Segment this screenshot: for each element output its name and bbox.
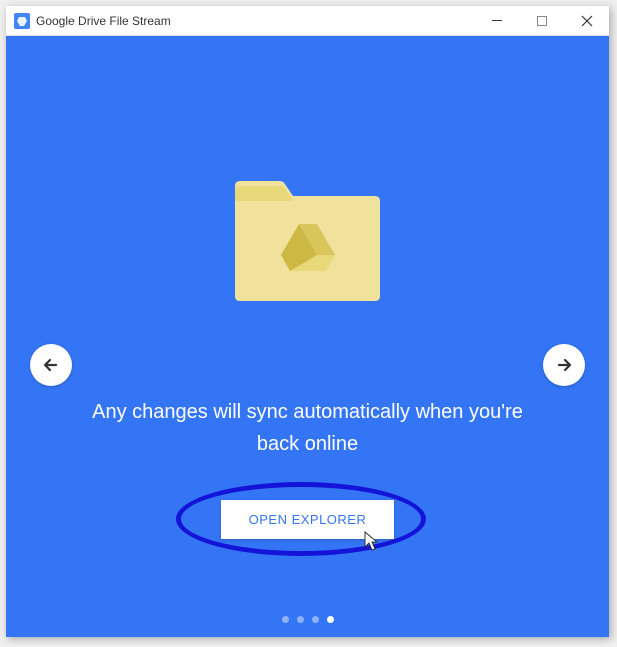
onboarding-message: Any changes will sync automatically when… — [78, 396, 538, 460]
page-dot[interactable] — [282, 616, 289, 623]
page-dot[interactable] — [312, 616, 319, 623]
minimize-button[interactable] — [474, 6, 519, 35]
window-controls — [474, 6, 609, 35]
minimize-icon — [492, 20, 502, 21]
maximize-button[interactable] — [519, 6, 564, 35]
content-area: Any changes will sync automatically when… — [6, 36, 609, 637]
pagination-dots — [282, 616, 334, 623]
previous-button[interactable] — [30, 344, 72, 386]
close-button[interactable] — [564, 6, 609, 35]
window-title: Google Drive File Stream — [36, 14, 474, 28]
folder-illustration — [225, 166, 390, 311]
titlebar: Google Drive File Stream — [6, 6, 609, 36]
app-icon — [14, 13, 30, 29]
close-icon — [581, 15, 593, 27]
open-explorer-button[interactable]: OPEN EXPLORER — [221, 500, 395, 539]
arrow-left-icon — [42, 356, 60, 374]
page-dot[interactable] — [297, 616, 304, 623]
next-button[interactable] — [543, 344, 585, 386]
page-dot[interactable] — [327, 616, 334, 623]
maximize-icon — [537, 16, 547, 26]
arrow-right-icon — [555, 356, 573, 374]
application-window: Google Drive File Stream — [6, 6, 609, 637]
